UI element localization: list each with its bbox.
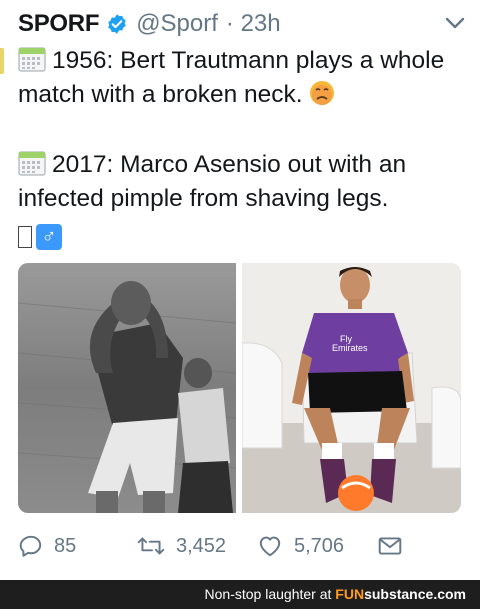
retweet-button[interactable]: 3,452: [136, 530, 226, 562]
tweet-header: SPORF @Sporf · 23h: [18, 8, 281, 40]
reply-icon: [19, 535, 42, 557]
like-icon: [259, 536, 281, 557]
retweet-icon: [137, 537, 165, 555]
footer-brand-substance: substance: [364, 586, 434, 602]
male-sign-icon: ♂: [36, 224, 62, 250]
media-photo-1956[interactable]: [18, 263, 236, 513]
retweet-count: 3,452: [176, 534, 227, 557]
like-button[interactable]: 5,706: [256, 530, 344, 562]
reply-button[interactable]: 85: [18, 530, 76, 562]
svg-text:Emirates: Emirates: [332, 343, 368, 353]
missing-glyph-icon: [18, 226, 32, 248]
like-count: 5,706: [294, 534, 345, 557]
media-photo-2017[interactable]: Fly Emirates: [242, 263, 461, 513]
tweet-text-1956: 1956: Bert Trautmann plays a whole match…: [18, 44, 468, 112]
reply-count: 85: [54, 534, 77, 557]
emoji-row: ♂: [18, 222, 62, 252]
footer-prefix: Non-stop laughter at: [204, 586, 336, 602]
footer-text: Non-stop laughter at FUNsubstance.com: [205, 586, 466, 602]
footer-brand-fun: FUN: [335, 586, 365, 602]
calendar-icon: [18, 46, 46, 72]
author-handle[interactable]: @Sporf: [136, 10, 218, 38]
direct-message-button[interactable]: [376, 530, 414, 562]
tweet-actions: 85 3,452 5,706: [0, 530, 480, 562]
tweet-line-2017: 2017: Marco Asensio out with an infected…: [18, 151, 407, 212]
tweet-timestamp[interactable]: · 23h: [226, 10, 281, 38]
chevron-down-icon[interactable]: [444, 14, 466, 32]
calendar-icon: [18, 150, 46, 176]
left-edge-marker: [0, 48, 4, 74]
tweet-text-2017: 2017: Marco Asensio out with an infected…: [18, 148, 468, 216]
footer-brand-tld: .com: [433, 586, 466, 602]
nauseated-face-icon: [309, 80, 335, 106]
author-name[interactable]: SPORF: [18, 10, 99, 38]
tweet-card: SPORF @Sporf · 23h 1956: Bert Trautmann …: [0, 0, 480, 580]
watermark-footer: Non-stop laughter at FUNsubstance.com: [0, 580, 480, 609]
verified-badge-icon: [106, 13, 128, 35]
footer-brand[interactable]: FUNsubstance.com: [335, 586, 466, 602]
direct-message-icon: [378, 537, 402, 555]
tweet-line-1956: 1956: Bert Trautmann plays a whole match…: [18, 47, 445, 108]
